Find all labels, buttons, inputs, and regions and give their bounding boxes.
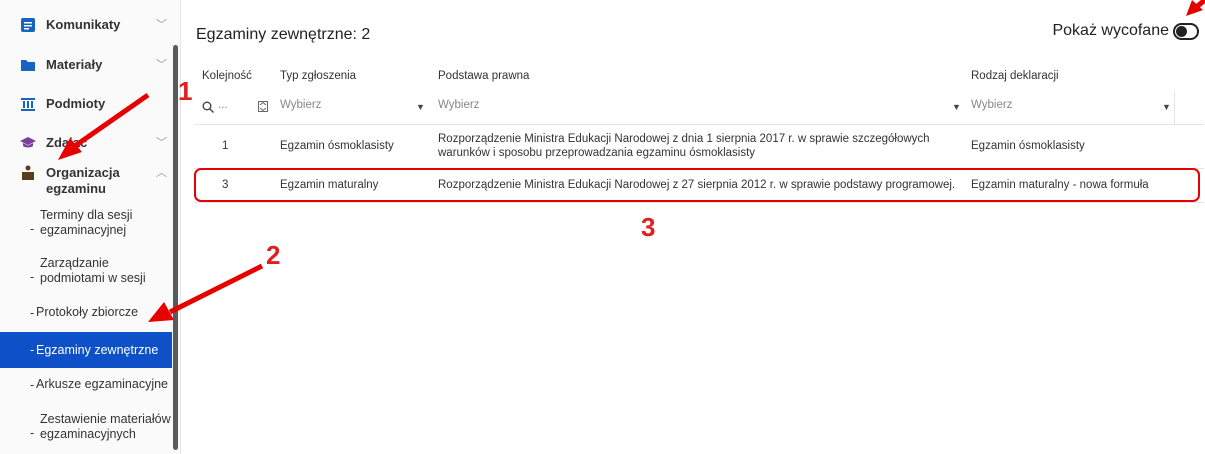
annotation-number-1: 1 [178,76,193,106]
annotation-arrow-2 [148,263,264,322]
annotation-arrow-toggle [1186,0,1205,16]
annotation-arrows [58,0,1205,322]
annotation-number-2: 2 [266,240,281,270]
annotation-number-3: 3 [641,212,656,242]
annotation-arrow-1 [58,92,150,160]
